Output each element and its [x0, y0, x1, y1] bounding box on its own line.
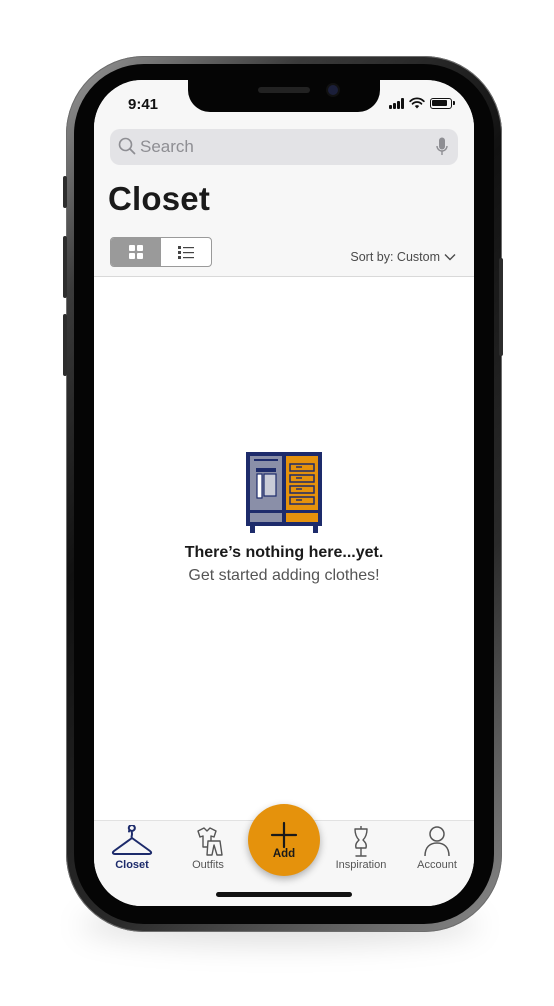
- microphone-icon[interactable]: [436, 137, 448, 157]
- search-icon: [118, 137, 136, 155]
- tab-label: Inspiration: [335, 859, 387, 871]
- phone-screen: 9:41 Search Closet Sort by: Custom There…: [94, 80, 474, 906]
- list-icon: [178, 246, 194, 259]
- search-bar[interactable]: Search: [110, 129, 458, 165]
- status-icons: [389, 97, 455, 109]
- plus-icon: [270, 821, 298, 849]
- search-input[interactable]: Search: [140, 137, 194, 157]
- page-title: Closet: [108, 180, 211, 217]
- list-view-button[interactable]: [161, 238, 211, 266]
- power-button: [499, 258, 503, 356]
- volume-down-button: [63, 314, 67, 376]
- sort-label: Sort by: Custom: [350, 250, 440, 264]
- camera: [328, 85, 338, 95]
- empty-state-title: There’s nothing here...yet.: [184, 544, 384, 561]
- add-label: Add: [272, 848, 296, 860]
- sort-dropdown[interactable]: Sort by: Custom: [350, 250, 456, 264]
- grid-icon: [129, 245, 143, 259]
- wardrobe-icon: [246, 452, 322, 533]
- tab-inspiration[interactable]: Inspiration: [326, 825, 396, 875]
- mute-switch: [63, 176, 67, 208]
- person-icon: [424, 826, 450, 857]
- tab-account[interactable]: Account: [402, 825, 472, 875]
- mannequin-icon: [354, 826, 368, 857]
- empty-state-subtitle: Get started adding clothes!: [188, 567, 380, 584]
- tab-label: Closet: [115, 859, 149, 871]
- outfits-icon: [197, 827, 223, 856]
- status-time: 9:41: [128, 96, 159, 113]
- grid-view-button[interactable]: [111, 238, 161, 266]
- home-indicator[interactable]: [216, 892, 352, 897]
- add-button[interactable]: Add: [248, 804, 320, 876]
- view-toggle[interactable]: [110, 237, 212, 267]
- notch: [188, 80, 380, 112]
- chevron-down-icon: [444, 254, 456, 261]
- hanger-icon: [111, 825, 153, 855]
- tab-closet[interactable]: Closet: [97, 825, 167, 875]
- volume-up-button: [63, 236, 67, 298]
- signal-icon: [389, 97, 404, 109]
- speaker: [258, 87, 310, 93]
- battery-icon: [430, 97, 455, 109]
- tab-label: Account: [417, 859, 457, 871]
- tab-label: Outfits: [192, 859, 224, 871]
- tab-outfits[interactable]: Outfits: [173, 825, 243, 875]
- wifi-icon: [409, 97, 425, 109]
